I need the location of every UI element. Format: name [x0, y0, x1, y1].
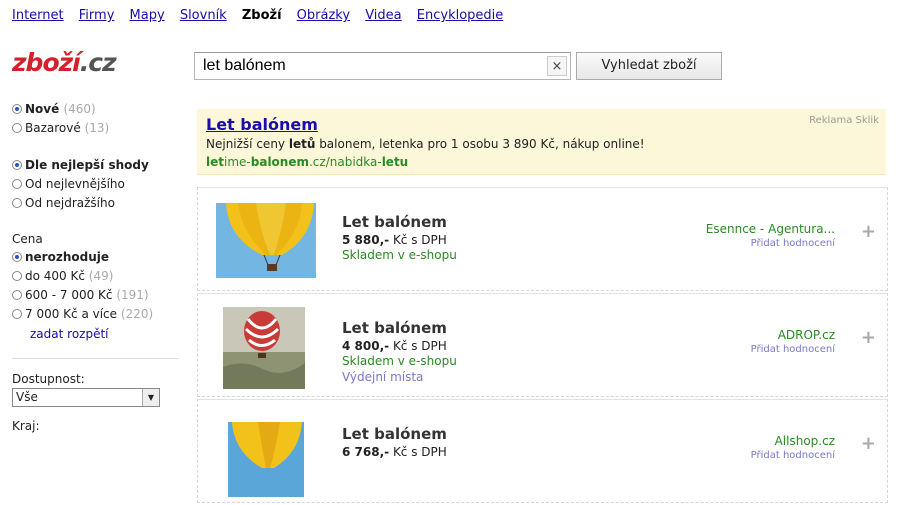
sort-option-cheapest[interactable]: Od nejlevnějšího	[12, 175, 182, 194]
shop-name-link[interactable]: ADROP.cz	[778, 328, 835, 342]
plus-icon[interactable]: +	[861, 327, 876, 348]
plus-icon[interactable]: +	[861, 221, 876, 242]
logo-text: zboží	[12, 48, 81, 77]
radio-icon[interactable]	[12, 179, 22, 189]
add-rating-link[interactable]: Přidat hodnocení	[751, 450, 835, 461]
product-title[interactable]: Let balónem	[342, 319, 447, 337]
sponsored-ad: Let balónem Nejnižší ceny letů balonem, …	[197, 109, 886, 175]
availability-label: Dostupnost:	[12, 372, 85, 386]
price-range-link[interactable]: zadat rozpětí	[12, 324, 182, 344]
stock-status: Skladem v e-shopu	[342, 354, 457, 368]
search-input[interactable]	[195, 53, 543, 79]
plus-icon[interactable]: +	[861, 433, 876, 454]
radio-icon[interactable]	[12, 309, 22, 319]
logo-domain: .cz	[79, 48, 117, 77]
product-card[interactable]: Let balónem 6 768,- Kč s DPH Allshop.cz …	[197, 399, 888, 503]
product-price: 4 800,- Kč s DPH	[342, 339, 447, 353]
add-rating-link[interactable]: Přidat hodnocení	[751, 238, 835, 249]
product-title[interactable]: Let balónem	[342, 213, 447, 231]
nav-slovnik[interactable]: Slovník	[180, 8, 227, 23]
sidebar-divider	[12, 358, 178, 359]
filter-sidebar: Nové (460) Bazarové (13) Dle nejlepší sh…	[12, 100, 182, 435]
stock-status: Skladem v e-shopu	[342, 248, 457, 262]
zbozi-logo[interactable]: zboží.cz	[12, 48, 117, 77]
shop-name-link[interactable]: Esennce - Agentura...	[706, 222, 835, 236]
nav-zbozi-active[interactable]: Zboží	[242, 8, 282, 23]
nav-firmy[interactable]: Firmy	[79, 8, 115, 23]
radio-icon[interactable]	[12, 160, 22, 170]
radio-icon[interactable]	[12, 271, 22, 281]
chevron-down-icon[interactable]: ▼	[142, 389, 159, 406]
filter-option-new[interactable]: Nové (460)	[12, 100, 182, 119]
price-label: Cena	[12, 232, 43, 246]
nav-obrazky[interactable]: Obrázky	[297, 8, 350, 23]
region-label: Kraj:	[12, 419, 40, 433]
price-filter: Cena nerozhoduje do 400 Kč (49) 600 - 7 …	[12, 231, 182, 344]
filter-option-used[interactable]: Bazarové (13)	[12, 119, 182, 138]
radio-icon[interactable]	[12, 252, 22, 262]
ad-sponsor-label: Reklama Sklik	[809, 115, 879, 126]
radio-icon[interactable]	[12, 123, 22, 133]
availability-value: Vše	[16, 390, 38, 404]
shop-name-link[interactable]: Allshop.cz	[775, 434, 835, 448]
radio-icon[interactable]	[12, 104, 22, 114]
sort-option-most-expensive[interactable]: Od nejdražšího	[12, 194, 182, 213]
sort-filter: Dle nejlepší shody Od nejlevnějšího Od n…	[12, 156, 182, 213]
top-navigation: Internet Firmy Mapy Slovník Zboží Obrázk…	[12, 8, 514, 23]
search-button[interactable]: Vyhledat zboží	[576, 52, 722, 80]
nav-videa[interactable]: Videa	[365, 8, 401, 23]
sort-option-best-match[interactable]: Dle nejlepší shody	[12, 156, 182, 175]
radio-icon[interactable]	[12, 198, 22, 208]
price-option-over-7000[interactable]: 7 000 Kč a více (220)	[12, 305, 182, 324]
product-image[interactable]	[223, 307, 305, 389]
condition-filter: Nové (460) Bazarové (13)	[12, 100, 182, 138]
product-card[interactable]: Let balónem 4 800,- Kč s DPH Skladem v e…	[197, 293, 888, 397]
price-option-any[interactable]: nerozhoduje	[12, 248, 182, 267]
clear-search-button[interactable]: ×	[547, 56, 567, 76]
product-title[interactable]: Let balónem	[342, 425, 447, 443]
nav-internet[interactable]: Internet	[12, 8, 64, 23]
product-price: 6 768,- Kč s DPH	[342, 445, 447, 459]
add-rating-link[interactable]: Přidat hodnocení	[751, 344, 835, 355]
radio-icon[interactable]	[12, 290, 22, 300]
search-box: ×	[194, 52, 571, 80]
product-results: Let balónem 5 880,- Kč s DPH Skladem v e…	[197, 187, 888, 505]
price-option-under-400[interactable]: do 400 Kč (49)	[12, 267, 182, 286]
product-image[interactable]	[228, 422, 304, 497]
product-card[interactable]: Let balónem 5 880,- Kč s DPH Skladem v e…	[197, 187, 888, 291]
product-image[interactable]	[216, 203, 316, 278]
ad-url[interactable]: letime-balonem.cz/nabidka-letu	[206, 155, 877, 169]
nav-mapy[interactable]: Mapy	[130, 8, 165, 23]
nav-encyklopedie[interactable]: Encyklopedie	[417, 8, 504, 23]
ad-description: Nejnižší ceny letů balonem, letenka pro …	[206, 137, 645, 151]
ad-title-link[interactable]: Let balónem	[206, 115, 877, 135]
price-option-600-7000[interactable]: 600 - 7 000 Kč (191)	[12, 286, 182, 305]
pickup-points-link[interactable]: Výdejní místa	[342, 370, 423, 384]
product-price: 5 880,- Kč s DPH	[342, 233, 447, 247]
availability-select[interactable]: Vše ▼	[12, 388, 160, 407]
